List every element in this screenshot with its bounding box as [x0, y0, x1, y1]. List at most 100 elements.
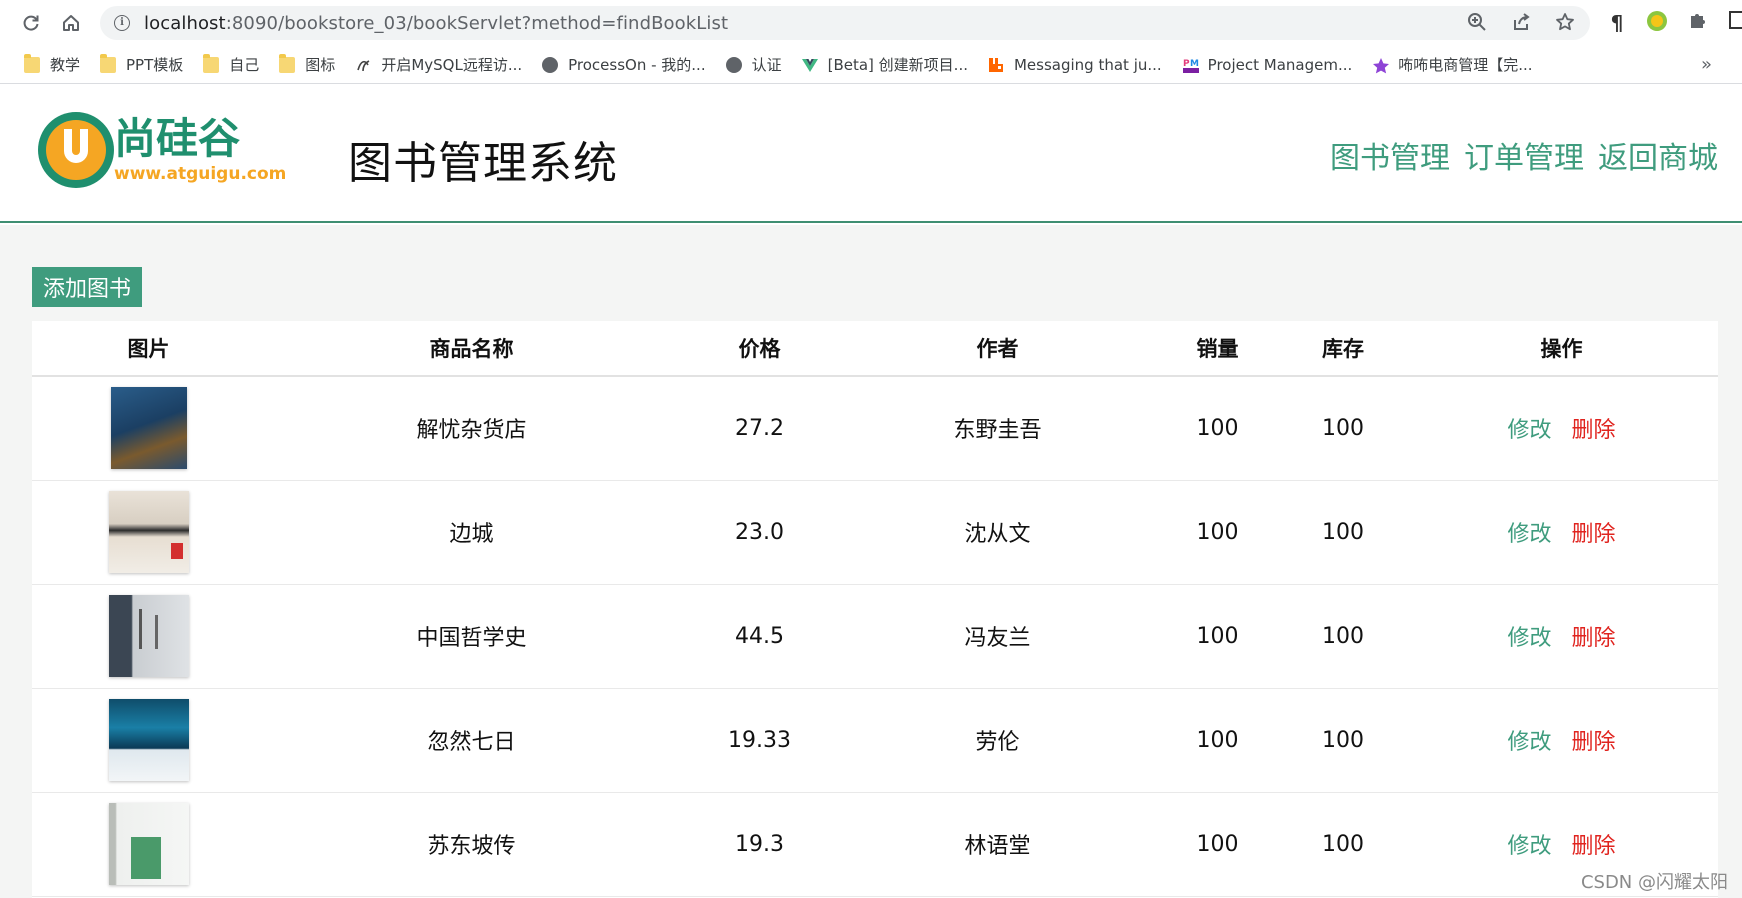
book-author: 东野圭吾 [841, 376, 1154, 481]
book-stock: 100 [1281, 688, 1405, 793]
bookmark-mysql[interactable]: 开启MySQL远程访... [345, 50, 532, 80]
book-stock: 100 [1281, 480, 1405, 585]
book-sales: 100 [1154, 376, 1281, 481]
book-price: 19.3 [678, 792, 841, 897]
book-sales: 100 [1154, 688, 1281, 793]
svg-text:www.atguigu.com: www.atguigu.com [114, 164, 286, 184]
delete-link[interactable]: 删除 [1572, 834, 1616, 859]
add-book-button[interactable]: 添加图书 [32, 267, 142, 307]
top-nav: 图书管理 订单管理 返回商城 [1330, 133, 1718, 177]
bookmark-rabbitmq[interactable]: Messaging that ju... [978, 50, 1172, 80]
bookmark-processon[interactable]: ProcessOn - 我的... [532, 50, 715, 80]
nav-order-management[interactable]: 订单管理 [1464, 133, 1584, 177]
bookmark-star-icon[interactable] [1554, 12, 1576, 34]
bookmark-renzheng[interactable]: 认证 [716, 50, 792, 80]
book-price: 23.0 [678, 480, 841, 585]
site-title: 图书管理系统 [348, 138, 618, 189]
book-stock: 100 [1281, 376, 1405, 481]
bookmark-tubiao[interactable]: 图标 [269, 50, 345, 80]
browser-toolbar: i localhost:8090/bookstore_03/bookServle… [0, 0, 1742, 46]
book-sales: 100 [1154, 584, 1281, 689]
address-bar[interactable]: i localhost:8090/bookstore_03/bookServle… [100, 6, 1590, 40]
column-header-name: 商品名称 [265, 321, 678, 377]
book-author: 冯友兰 [841, 584, 1154, 689]
book-cover-image [108, 699, 189, 781]
bookmark-ecommerce[interactable]: 咘咘电商管理【完... [1362, 50, 1542, 80]
rabbitmq-icon [988, 57, 1004, 73]
delete-link[interactable]: 删除 [1572, 418, 1616, 443]
url-text[interactable]: localhost:8090/bookstore_03/bookServlet?… [144, 13, 728, 34]
book-cover-image [110, 387, 187, 470]
delete-link[interactable]: 删除 [1572, 730, 1616, 755]
content-area: 添加图书 图片 商品名称 价格 作者 销量 库存 操作 解忧杂货店 27.2 东… [0, 225, 1742, 898]
delete-link[interactable]: 删除 [1572, 626, 1616, 651]
book-price: 44.5 [678, 584, 841, 689]
book-name: 解忧杂货店 [265, 376, 678, 481]
nav-book-management[interactable]: 图书管理 [1330, 133, 1450, 177]
csdn-watermark: CSDN @闪耀太阳 [1580, 872, 1728, 893]
bookmark-project[interactable]: P M Project Managem... [1172, 50, 1363, 80]
book-name: 中国哲学史 [265, 584, 678, 689]
book-sales: 100 [1154, 480, 1281, 585]
column-header-author: 作者 [841, 321, 1154, 377]
book-author: 沈从文 [841, 480, 1154, 585]
book-name: 忽然七日 [265, 688, 678, 793]
vue-icon [801, 57, 818, 73]
table-row: 解忧杂货店 27.2 东野圭吾 100 100 修改 删除 [32, 376, 1718, 481]
swirl-icon [355, 57, 371, 73]
edit-link[interactable]: 修改 [1507, 418, 1551, 443]
bookmark-ppt[interactable]: PPT模板 [90, 50, 193, 80]
column-header-sales: 销量 [1154, 321, 1281, 377]
svg-text:尚硅谷: 尚硅谷 [114, 114, 240, 163]
reload-icon[interactable] [18, 10, 44, 36]
atguigu-logo[interactable]: 尚硅谷 www.atguigu.com [34, 105, 304, 195]
translate-extension-icon[interactable] [1644, 10, 1670, 36]
book-name: 苏东坡传 [265, 792, 678, 897]
folder-icon [203, 53, 220, 73]
globe-icon [725, 56, 742, 73]
book-stock: 100 [1281, 584, 1405, 689]
table-row: 苏东坡传 19.3 林语堂 100 100 修改 删除 [32, 792, 1718, 897]
book-table: 图片 商品名称 价格 作者 销量 库存 操作 解忧杂货店 27.2 东野圭吾 1… [32, 321, 1718, 898]
book-sales: 100 [1154, 792, 1281, 897]
edit-link[interactable]: 修改 [1507, 834, 1551, 859]
column-header-image: 图片 [32, 321, 265, 377]
pm-icon: PM [1181, 56, 1200, 75]
window-icon[interactable] [1724, 10, 1742, 36]
edit-link[interactable]: 修改 [1507, 730, 1551, 755]
globe-icon [542, 56, 559, 73]
book-author: 林语堂 [841, 792, 1154, 897]
edit-link[interactable]: 修改 [1507, 626, 1551, 651]
bookmarks-more-button[interactable]: » [1701, 54, 1712, 75]
table-header-row: 图片 商品名称 价格 作者 销量 库存 操作 [32, 321, 1718, 377]
site-info-icon[interactable]: i [114, 15, 130, 31]
column-header-price: 价格 [678, 321, 841, 377]
table-row: 中国哲学史 44.5 冯友兰 100 100 修改 删除 [32, 584, 1718, 689]
home-icon[interactable] [58, 10, 84, 36]
book-stock: 100 [1281, 792, 1405, 897]
bookmark-jiaoxue[interactable]: 教学 [14, 50, 90, 80]
book-cover-image [108, 803, 189, 885]
row-actions: 修改 删除 [1405, 480, 1718, 585]
svg-text:P: P [1183, 59, 1190, 69]
folder-icon [279, 53, 296, 73]
bookmark-ziji[interactable]: 自己 [193, 50, 269, 80]
extensions-puzzle-icon[interactable] [1684, 10, 1710, 36]
table-row: 忽然七日 19.33 劳伦 100 100 修改 删除 [32, 688, 1718, 793]
row-actions: 修改 删除 [1405, 584, 1718, 689]
book-cover-image [108, 491, 189, 573]
delete-link[interactable]: 删除 [1572, 522, 1616, 547]
pilcrow-extension-icon[interactable]: ¶ [1604, 10, 1630, 36]
zoom-icon[interactable] [1466, 12, 1488, 34]
bookmark-vue[interactable]: [Beta] 创建新项目... [792, 50, 978, 80]
nav-back-to-store[interactable]: 返回商城 [1598, 133, 1718, 177]
book-name: 边城 [265, 480, 678, 585]
edit-link[interactable]: 修改 [1507, 522, 1551, 547]
book-price: 27.2 [678, 376, 841, 481]
bookmarks-bar: 教学 PPT模板 自己 图标 开启MySQL远程访... ProcessOn -… [0, 46, 1742, 84]
share-icon[interactable] [1510, 12, 1532, 34]
svg-text:M: M [1190, 59, 1199, 69]
column-header-stock: 库存 [1281, 321, 1405, 377]
page-header: 尚硅谷 www.atguigu.com 图书管理系统 图书管理 订单管理 返回商… [0, 85, 1742, 223]
table-row: 边城 23.0 沈从文 100 100 修改 删除 [32, 480, 1718, 585]
